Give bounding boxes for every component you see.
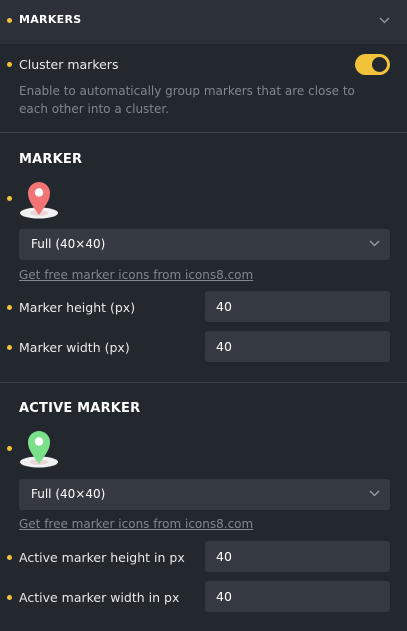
indicator-dot [7, 18, 12, 23]
marker-height-value: 40 [216, 299, 232, 314]
active-marker-height-input[interactable]: 40 [205, 541, 390, 572]
active-marker-width-input[interactable]: 40 [205, 581, 390, 612]
section-title: MARKERS [19, 13, 82, 26]
marker-size-select[interactable]: Full (40×40) [19, 229, 390, 260]
marker-width-label: Marker width (px) [19, 340, 130, 355]
marker-height-label: Marker height (px) [19, 300, 136, 315]
chevron-down-icon[interactable] [379, 17, 390, 24]
marker-height-input[interactable]: 40 [205, 291, 390, 322]
active-marker-section-title: ACTIVE MARKER [19, 401, 141, 416]
active-marker-pin-icon[interactable] [17, 429, 61, 471]
icons8-link[interactable]: Get free marker icons from icons8.com [19, 517, 253, 531]
active-marker-width-label: Active marker width in px [19, 590, 180, 605]
cluster-markers-description: Enable to automatically group markers th… [19, 84, 355, 116]
indicator-dot [7, 62, 12, 67]
indicator-dot [7, 305, 12, 310]
marker-section-title: MARKER [19, 152, 83, 167]
active-marker-width-value: 40 [216, 589, 232, 604]
marker-size-value: Full (40×40) [31, 237, 106, 251]
active-marker-height-value: 40 [216, 549, 232, 564]
active-marker-size-select[interactable]: Full (40×40) [19, 479, 390, 510]
divider [0, 132, 407, 133]
divider [0, 382, 407, 383]
icons8-link[interactable]: Get free marker icons from icons8.com [19, 268, 253, 282]
indicator-dot [7, 446, 12, 451]
marker-width-input[interactable]: 40 [205, 331, 390, 362]
chevron-down-icon [369, 490, 380, 497]
marker-width-value: 40 [216, 339, 232, 354]
indicator-dot [7, 196, 12, 201]
active-marker-height-label: Active marker height in px [19, 550, 185, 565]
toggle-knob [372, 57, 387, 72]
indicator-dot [7, 345, 12, 350]
indicator-dot [7, 595, 12, 600]
cluster-markers-label: Cluster markers [19, 57, 119, 72]
section-header[interactable]: MARKERS [0, 0, 407, 44]
indicator-dot [7, 555, 12, 560]
cluster-markers-toggle[interactable] [355, 54, 390, 75]
marker-pin-icon[interactable] [17, 180, 61, 222]
chevron-down-icon [369, 240, 380, 247]
active-marker-size-value: Full (40×40) [31, 487, 106, 501]
